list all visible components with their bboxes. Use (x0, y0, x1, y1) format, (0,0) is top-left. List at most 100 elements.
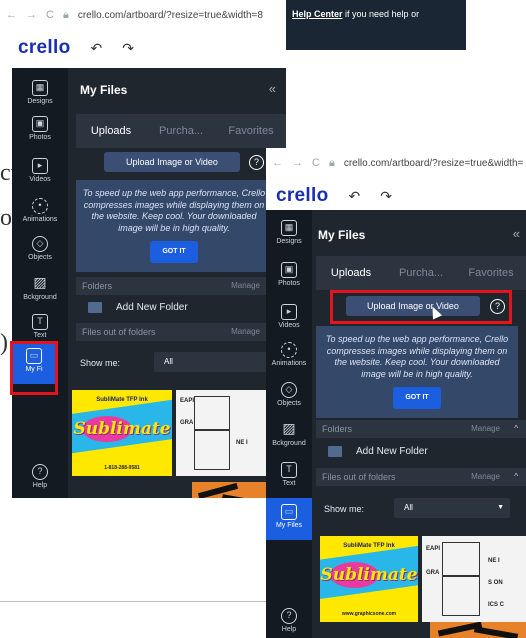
back-arrow-icon[interactable]: ← (272, 157, 283, 169)
animations-icon: • (281, 342, 297, 358)
tab-favorites[interactable]: Favorites (216, 125, 286, 137)
rail-item-label: Objects (28, 254, 52, 261)
chevron-up-icon[interactable]: ^ (514, 420, 518, 438)
doc-box (194, 396, 230, 430)
add-new-folder-label: Add New Folder (116, 302, 188, 313)
got-it-button[interactable]: GOT IT (150, 241, 198, 263)
ad-phone: 1-818-288-9581 (104, 464, 140, 471)
rail-item-designs[interactable]: ▦ Designs (12, 78, 68, 114)
doc-text: S ON (488, 580, 503, 586)
my-files-highlight (10, 341, 58, 395)
rail-item-label: Bckground (272, 440, 306, 447)
doc-text: NE I (236, 440, 248, 446)
rail-item-label: Animations (22, 216, 58, 223)
url-text[interactable]: crello.com/artboard/?resize=true&width=8 (78, 10, 263, 21)
reload-icon[interactable]: C (312, 157, 320, 169)
show-me-value: All (404, 503, 413, 512)
folders-label: Folders (82, 281, 113, 291)
rail-item-text[interactable]: T Text (266, 460, 312, 496)
tiger-image-thumbnail[interactable] (430, 622, 526, 638)
rail-item-photos[interactable]: ▣ Photos (12, 114, 68, 150)
uploaded-image-thumbnail[interactable]: SubliMate TFP Ink Sublimate www.graphics… (320, 536, 418, 622)
add-new-folder-button[interactable]: Add New Folder (88, 302, 188, 313)
help-center-link[interactable]: Help Center (292, 9, 343, 19)
help-button[interactable]: ? Help (266, 608, 312, 633)
rail-item-label: Photos (29, 134, 51, 141)
lock-icon: 🔒︎ (328, 156, 335, 169)
crello-logo[interactable]: crello (18, 37, 71, 59)
show-me-select[interactable]: All ▼ (394, 498, 510, 518)
help-label: Help (281, 626, 297, 633)
uploaded-document-thumbnail[interactable]: EAPI GRA NE I (176, 390, 272, 476)
doc-text: GRA (426, 570, 440, 576)
collapse-panel-icon[interactable]: « (513, 226, 520, 241)
forward-arrow-icon[interactable]: → (292, 157, 303, 169)
got-it-button[interactable]: GOT IT (393, 387, 441, 409)
rail-item-background[interactable]: ▨ Bckground (266, 420, 312, 456)
browser-address-bar: ← → C 🔒︎ crello.com/artboard/?resize=tru… (0, 0, 286, 30)
rail-item-animations[interactable]: • Animations (266, 340, 312, 376)
undo-icon[interactable]: ↶ (349, 188, 361, 205)
ad-site: www.graphicsone.com (341, 610, 397, 617)
uploaded-document-thumbnail[interactable]: EAPI GRA NE I S ON ICS C (422, 536, 526, 622)
forward-arrow-icon[interactable]: → (26, 9, 37, 21)
files-manage-link[interactable]: Manage (231, 323, 260, 341)
folders-section-header: Folders Manage ^ (316, 420, 526, 438)
rail-item-label: Videos (278, 322, 300, 329)
crello-header: crello ↶ ↷ (266, 178, 526, 214)
help-center-banner: Help Center if you need help or (286, 0, 466, 50)
decor-stripe (473, 626, 519, 638)
crello-header: crello ↶ ↷ (0, 30, 286, 66)
chevron-up-icon[interactable]: ^ (514, 468, 518, 486)
rail-item-photos[interactable]: ▣ Photos (266, 260, 312, 296)
rail-item-designs[interactable]: ▦ Designs (266, 218, 312, 254)
folders-manage-link[interactable]: Manage (471, 420, 500, 438)
help-label: Help (32, 482, 48, 489)
back-crello-screenshot: ← → C 🔒︎ crello.com/artboard/?resize=tru… (0, 0, 286, 498)
redo-icon[interactable]: ↷ (122, 40, 134, 57)
folder-icon: ▭ (281, 504, 297, 520)
panel-title: My Files (80, 83, 128, 97)
add-new-folder-label: Add New Folder (356, 446, 428, 457)
back-arrow-icon[interactable]: ← (6, 9, 17, 21)
rail-item-videos[interactable]: ▸ Videos (12, 156, 68, 192)
files-out-of-folders-header: Files out of folders Manage ^ (76, 323, 286, 341)
files-out-label: Files out of folders (322, 472, 396, 482)
rail-item-objects[interactable]: ◇ Objects (12, 234, 68, 270)
collapse-panel-icon[interactable]: « (269, 81, 276, 96)
rail-item-videos[interactable]: ▸ Videos (266, 302, 312, 338)
rail-item-animations[interactable]: • Animations (12, 196, 68, 232)
background-icon: ▨ (33, 274, 47, 290)
side-rail: ▦ Designs ▣ Photos ▸ Videos • Animations ◇ Ob… (12, 68, 68, 498)
reload-icon[interactable]: C (46, 9, 54, 21)
tab-uploads[interactable]: Uploads (76, 125, 146, 137)
undo-icon[interactable]: ↶ (91, 40, 103, 57)
files-manage-link[interactable]: Manage (471, 468, 500, 486)
redo-icon[interactable]: ↷ (380, 188, 392, 205)
side-rail: ▦ Designs ▣ Photos ▸ Videos • Animations ◇ Ob… (266, 210, 312, 638)
folders-section-header: Folders Manage ^ (76, 277, 286, 295)
tab-purchased[interactable]: Purcha... (146, 125, 216, 137)
rail-item-my-files[interactable]: ▭ My Files (266, 498, 312, 540)
add-new-folder-button[interactable]: Add New Folder (328, 446, 428, 457)
folders-manage-link[interactable]: Manage (231, 277, 260, 295)
uploaded-image-thumbnail[interactable]: SubliMate TFP Ink Sublimate 1-818-288-95… (72, 390, 172, 476)
doc-text: EAPI (426, 546, 441, 552)
folder-icon (88, 302, 102, 313)
rail-item-background[interactable]: ▨ Bckground (12, 274, 68, 310)
folder-icon (328, 446, 342, 457)
rail-item-objects[interactable]: ◇ Objects (266, 380, 312, 416)
help-button[interactable]: ? Help (12, 464, 68, 489)
files-out-label: Files out of folders (82, 327, 156, 337)
crello-logo[interactable]: crello (276, 185, 329, 207)
tiger-image-thumbnail[interactable] (192, 482, 272, 498)
files-tabs: Uploads Purcha... Favorites (316, 256, 526, 290)
tab-favorites[interactable]: Favorites (456, 267, 526, 279)
ad-line1: SubliMate TFP Ink (96, 396, 148, 403)
upload-image-or-video-button[interactable]: Upload Image or Video (104, 152, 240, 172)
url-text[interactable]: crello.com/artboard/?resize=true&width= (344, 158, 524, 169)
tab-uploads[interactable]: Uploads (316, 267, 386, 279)
animations-icon: • (32, 198, 48, 214)
tab-purchased[interactable]: Purcha... (386, 267, 456, 279)
upload-help-icon[interactable]: ? (249, 155, 264, 170)
